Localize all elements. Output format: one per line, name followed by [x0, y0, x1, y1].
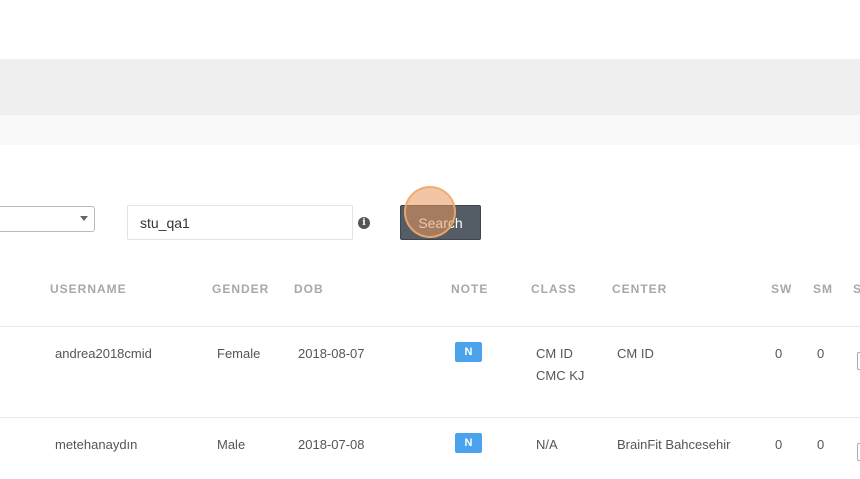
- column-header-sw[interactable]: SW: [771, 282, 792, 296]
- row-divider: [0, 417, 860, 418]
- cell-gender: Female: [217, 346, 261, 361]
- cell-sm: 0: [817, 346, 825, 361]
- column-header-center[interactable]: CENTER: [612, 282, 667, 296]
- note-badge[interactable]: N: [455, 342, 482, 362]
- column-header-sm[interactable]: SM: [813, 282, 833, 296]
- cell-center: CM ID: [617, 346, 654, 361]
- note-badge[interactable]: N: [455, 433, 482, 453]
- cell-gender: Male: [217, 437, 246, 452]
- cell-class: CM ID: [536, 346, 573, 361]
- cell-username: andrea2018cmid: [55, 346, 152, 361]
- cell-sw: 0: [775, 437, 783, 452]
- column-header-s[interactable]: S: [853, 282, 860, 296]
- column-header-dob[interactable]: DOB: [294, 282, 324, 296]
- row-divider: [0, 326, 860, 327]
- cell-sm: 0: [817, 437, 825, 452]
- cell-class: N/A: [536, 437, 558, 452]
- cell-dob: 2018-08-07: [298, 346, 365, 361]
- filter-select[interactable]: [0, 206, 95, 232]
- cell-center: BrainFit Bahcesehir: [617, 437, 731, 452]
- column-header-username[interactable]: USERNAME: [50, 282, 127, 296]
- chevron-down-icon: [80, 216, 88, 221]
- header-band: [0, 59, 860, 115]
- search-button[interactable]: Search: [400, 205, 481, 240]
- info-icon[interactable]: i: [358, 217, 370, 229]
- column-header-class[interactable]: CLASS: [531, 282, 577, 296]
- column-header-note[interactable]: NOTE: [451, 282, 488, 296]
- cell-dob: 2018-07-08: [298, 437, 365, 452]
- search-input[interactable]: [127, 205, 353, 240]
- cell-username: metehanaydın: [55, 437, 138, 452]
- subheader-band: [0, 115, 860, 145]
- column-header-gender[interactable]: GENDER: [212, 282, 269, 296]
- cell-sw: 0: [775, 346, 783, 361]
- cell-class: CMC KJ: [536, 368, 585, 383]
